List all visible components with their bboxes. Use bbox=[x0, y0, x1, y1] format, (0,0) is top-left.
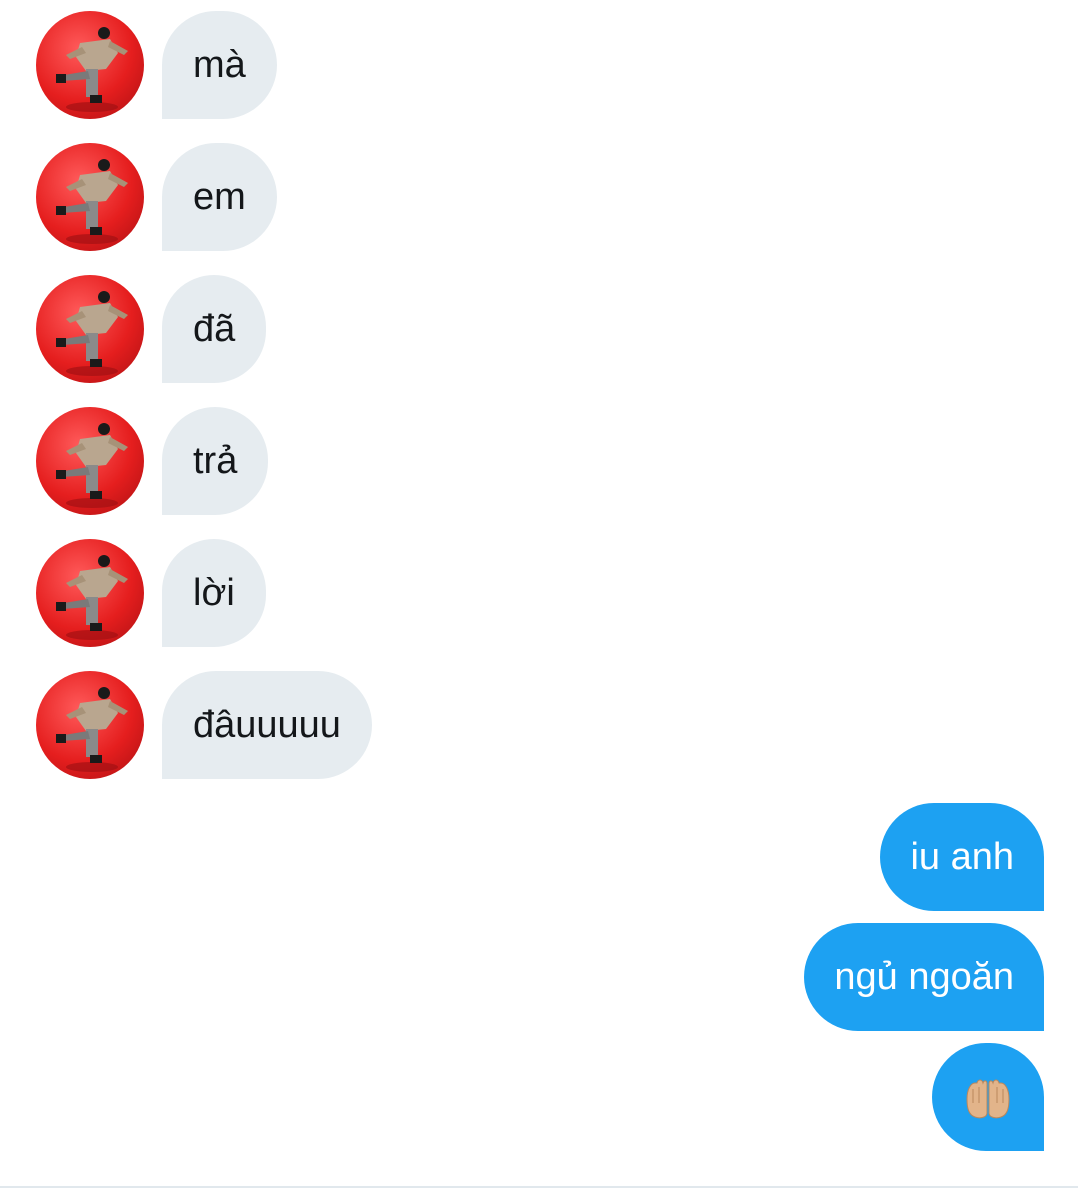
outgoing-message-row: iu anh bbox=[880, 803, 1044, 911]
outgoing-emoji-bubble[interactable] bbox=[932, 1043, 1044, 1151]
avatar[interactable] bbox=[36, 275, 144, 383]
dancer-photo-icon bbox=[56, 423, 128, 508]
incoming-message-row: lời bbox=[36, 539, 266, 647]
outgoing-message-bubble[interactable]: iu anh bbox=[880, 803, 1044, 911]
avatar[interactable] bbox=[36, 407, 144, 515]
outgoing-message-row: ngủ ngoăn bbox=[804, 923, 1044, 1031]
outgoing-message-bubble[interactable]: ngủ ngoăn bbox=[804, 923, 1044, 1031]
dancer-photo-icon bbox=[56, 159, 128, 244]
incoming-message-bubble[interactable]: lời bbox=[162, 539, 266, 647]
dancer-photo-icon bbox=[56, 687, 128, 772]
incoming-message-row: em bbox=[36, 143, 277, 251]
avatar[interactable] bbox=[36, 671, 144, 779]
incoming-message-row: đâuuuuu bbox=[36, 671, 372, 779]
incoming-message-row: trả bbox=[36, 407, 269, 515]
dancer-photo-icon bbox=[56, 291, 128, 376]
incoming-message-bubble[interactable]: đâuuuuu bbox=[162, 671, 372, 779]
incoming-message-row: đã bbox=[36, 275, 267, 383]
message-thread: mà em đã trả lời đâuuuuu iu anh ngủ ngoă… bbox=[0, 0, 1078, 1186]
incoming-message-bubble[interactable]: em bbox=[162, 143, 277, 251]
dancer-photo-icon bbox=[56, 27, 128, 112]
incoming-message-bubble[interactable]: trả bbox=[162, 407, 269, 515]
incoming-message-bubble[interactable]: mà bbox=[162, 11, 277, 119]
dancer-photo-icon bbox=[56, 555, 128, 640]
avatar[interactable] bbox=[36, 11, 144, 119]
avatar[interactable] bbox=[36, 143, 144, 251]
outgoing-message-row bbox=[932, 1043, 1044, 1151]
incoming-message-row: mà bbox=[36, 11, 277, 119]
incoming-message-bubble[interactable]: đã bbox=[162, 275, 267, 383]
avatar[interactable] bbox=[36, 539, 144, 647]
palms-up-together-emoji-icon bbox=[963, 1043, 1013, 1151]
divider bbox=[0, 1186, 1078, 1188]
